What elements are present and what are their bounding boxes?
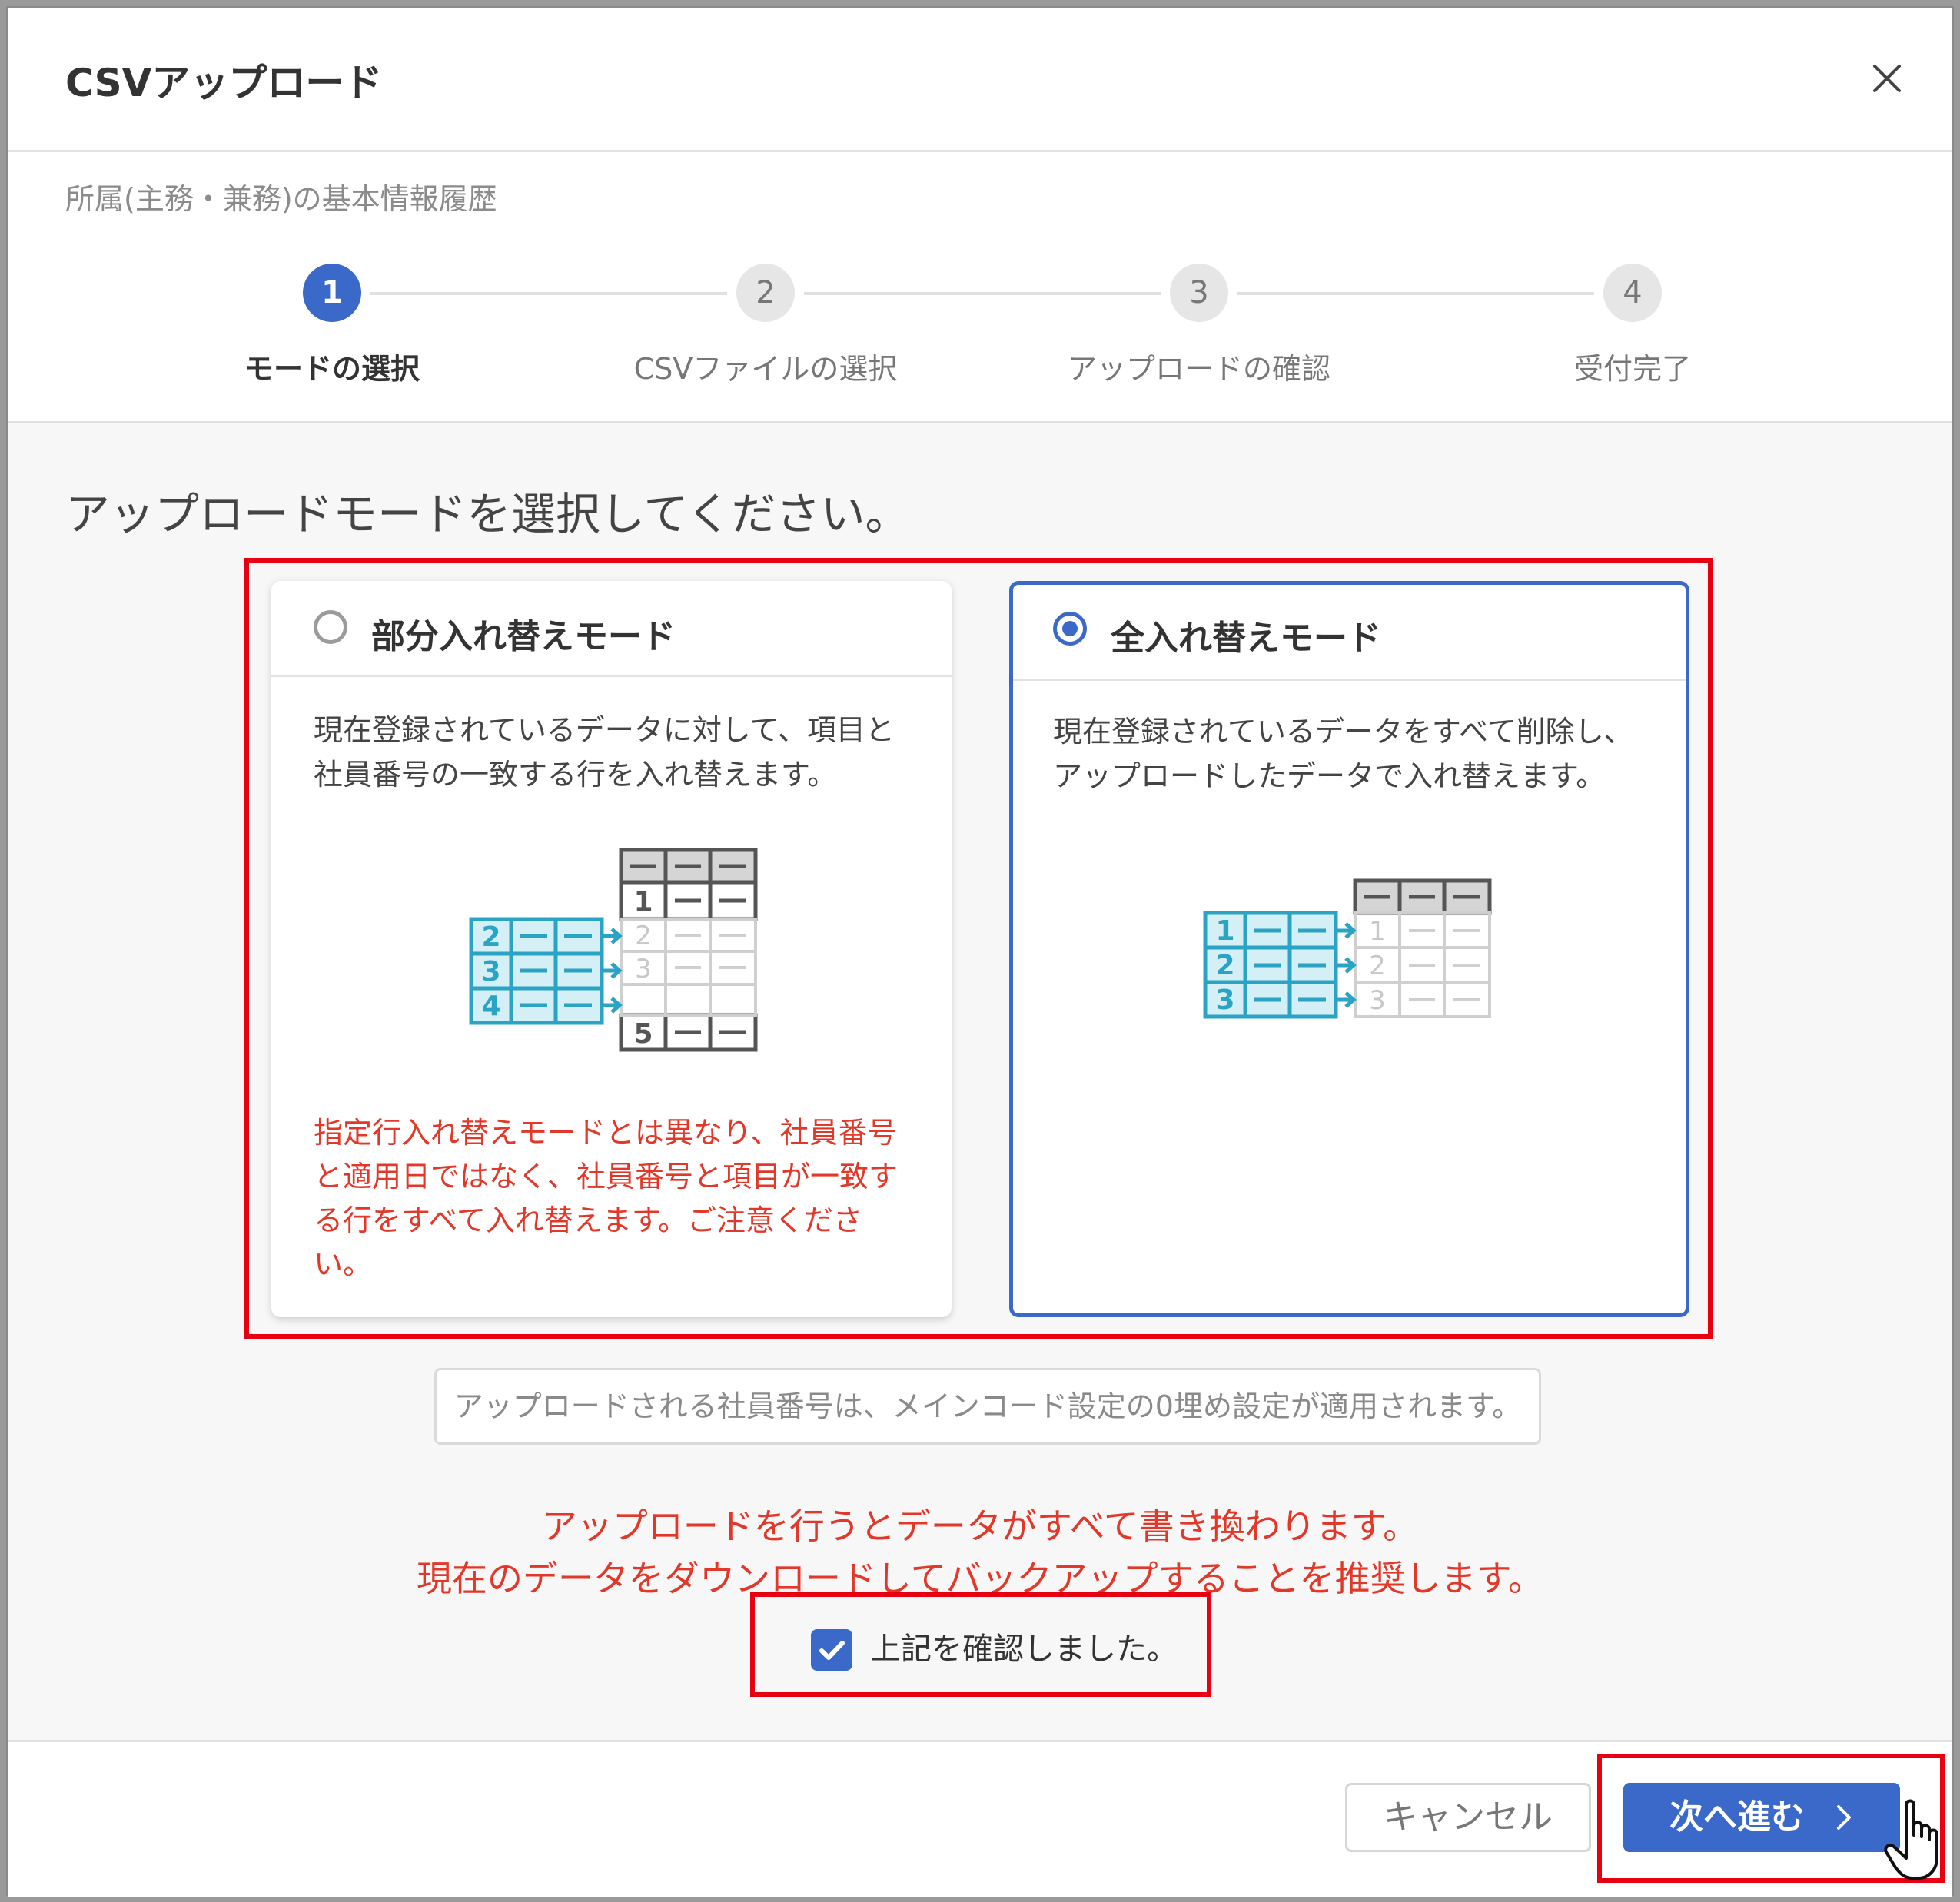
new-row-2: 2 — [481, 921, 500, 953]
card-title: 全入れ替えモード — [1111, 619, 1381, 658]
existing-row-1: 1 — [1369, 916, 1386, 947]
description-line: 社員番号の一致する行を入れ替えます。 — [314, 758, 837, 792]
existing-row-3: 3 — [635, 954, 652, 984]
warning-line: い。 — [314, 1247, 373, 1281]
mode-prompt: アップロードモードを選択してください。 — [65, 488, 910, 540]
new-row-4: 4 — [481, 991, 500, 1022]
partial-mode-card[interactable]: 部分入れ替えモード 現在登録されているデータに対して、項目と 社員番号の一致する… — [271, 581, 952, 1317]
hand-cursor-icon — [1884, 1799, 1938, 1880]
new-row-3: 3 — [481, 956, 500, 988]
description-line: アップロードしたデータで入れ替えます。 — [1053, 759, 1606, 793]
existing-row-2: 2 — [635, 921, 652, 951]
step-number: 3 — [1170, 264, 1228, 322]
new-row-1: 1 — [1215, 915, 1234, 947]
step-number: 2 — [736, 264, 795, 322]
stepper: 所属(主務・兼務)の基本情報履歴 1 モードの選択 2 CSVファイルの選択 3… — [8, 152, 1952, 423]
dialog-subtitle: 所属(主務・兼務)の基本情報履歴 — [65, 182, 497, 216]
step-1: 1 モードの選択 — [178, 264, 486, 387]
existing-row-5: 5 — [633, 1018, 653, 1050]
full-replace-illustration-icon: 1 2 3 1 2 3 — [1203, 878, 1492, 1019]
confirm-label: 上記を確認しました。 — [870, 1631, 1178, 1667]
warning-line: る行をすべて入れ替えます。ご注意くださ — [314, 1203, 863, 1237]
card-header: 全入れ替えモード — [1013, 585, 1686, 681]
existing-row-3: 3 — [1369, 985, 1386, 1016]
csv-upload-dialog: CSVアップロード 所属(主務・兼務)の基本情報履歴 1 モードの選択 2 CS… — [8, 8, 1952, 1897]
step-label: CSVファイルの選択 — [633, 352, 898, 386]
step-4: 4 受付完了 — [1479, 264, 1786, 387]
step-label: 受付完了 — [1573, 352, 1691, 386]
step-number: 4 — [1603, 264, 1662, 322]
partial-mode-radio[interactable] — [314, 610, 347, 644]
partial-replace-illustration-icon: 1 2 3 5 2 3 4 — [469, 848, 758, 1052]
existing-row-1: 1 — [633, 886, 653, 918]
existing-row-2: 2 — [1369, 951, 1386, 981]
warning-line: と適用日ではなく、社員番号と項目が一致す — [314, 1160, 899, 1193]
zero-padding-info: アップロードされる社員番号は、メインコード設定の0埋め設定が適用されます。 — [434, 1368, 1541, 1445]
partial-mode-warning: 指定行入れ替えモードとは異なり、社員番号 と適用日ではなく、社員番号と項目が一致… — [314, 1111, 921, 1286]
step-number: 1 — [303, 264, 361, 322]
card-description: 現在登録されているデータに対して、項目と 社員番号の一致する行を入れ替えます。 — [314, 708, 929, 797]
full-mode-radio[interactable] — [1053, 612, 1087, 646]
step-label: アップロードの確認 — [1067, 352, 1330, 386]
new-row-3: 3 — [1215, 984, 1234, 1016]
warning-line: 指定行入れ替えモードとは異なり、社員番号 — [314, 1116, 897, 1150]
card-header: 部分入れ替えモード — [271, 581, 952, 677]
full-mode-card[interactable]: 全入れ替えモード 現在登録されているデータをすべて削除し、 アップロードしたデー… — [1009, 581, 1689, 1317]
confirm-checkbox[interactable] — [811, 1629, 852, 1671]
card-description: 現在登録されているデータをすべて削除し、 アップロードしたデータで入れ替えます。 — [1053, 709, 1668, 798]
new-row-2: 2 — [1215, 950, 1234, 981]
cancel-button[interactable]: キャンセル — [1345, 1783, 1591, 1852]
overwrite-warning: アップロードを行うとデータがすべて書き換わります。 — [541, 1505, 1419, 1547]
step-3: 3 アップロードの確認 — [1045, 264, 1353, 387]
description-line: 現在登録されているデータに対して、項目と — [314, 713, 895, 747]
close-icon[interactable] — [1864, 55, 1910, 101]
dialog-title: CSVアップロード — [65, 61, 383, 105]
card-title: 部分入れ替えモード — [371, 617, 676, 656]
checkmark-icon — [819, 1641, 845, 1660]
step-2: 2 CSVファイルの選択 — [612, 264, 919, 387]
description-line: 現在登録されているデータをすべて削除し、 — [1053, 715, 1633, 749]
step-label: モードの選択 — [244, 352, 420, 386]
dialog-header: CSVアップロード — [8, 8, 1952, 152]
